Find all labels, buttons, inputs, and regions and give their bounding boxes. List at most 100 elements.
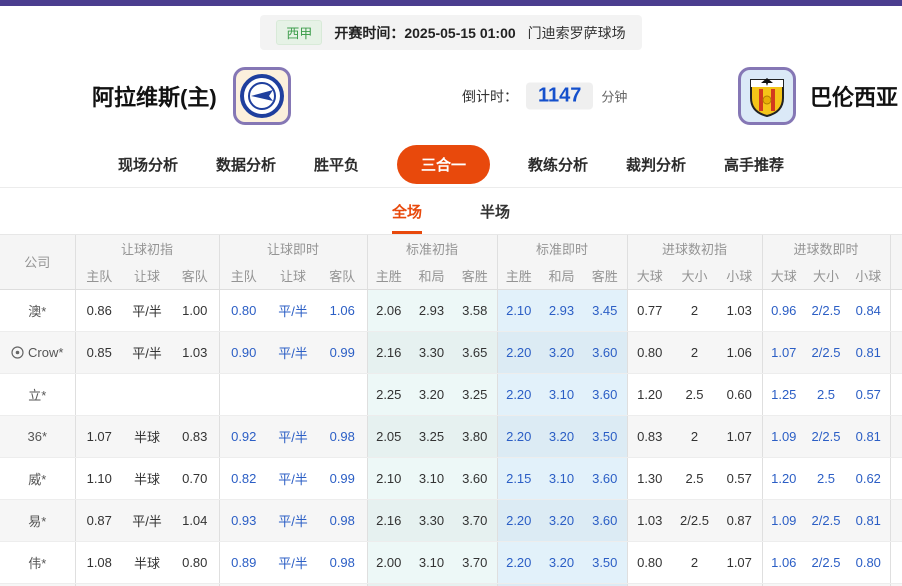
odds-cell: 2.25 bbox=[367, 373, 410, 415]
odds-cell: 3.20 bbox=[540, 541, 583, 583]
match-info-bar: 西甲 开赛时间：2025-05-15 01:00 门迪索罗萨球场 bbox=[0, 15, 902, 50]
odds-cell: 3.25 bbox=[410, 415, 453, 457]
odds-cell: 2 bbox=[672, 541, 717, 583]
odds-cell: 0.96 bbox=[762, 289, 805, 331]
odds-cell bbox=[171, 373, 219, 415]
odds-cell: 0.77 bbox=[627, 289, 672, 331]
odds-row-伟*: 伟*1.08半球0.800.89平/半0.982.003.103.702.203… bbox=[0, 541, 902, 583]
league-badge: 西甲 bbox=[276, 20, 322, 45]
group-header-1: 让球即时 bbox=[219, 235, 367, 262]
odds-cell: 0.80 bbox=[847, 541, 890, 583]
odds-cell: 0.81 bbox=[847, 499, 890, 541]
odds-cell: 平/半 bbox=[123, 499, 171, 541]
odds-cell: 2.5 bbox=[805, 373, 847, 415]
odds-cell: 1.25 bbox=[762, 373, 805, 415]
odds-cell: 0.81 bbox=[847, 331, 890, 373]
odds-cell: 0.89 bbox=[219, 541, 268, 583]
odds-cell: 3.20 bbox=[410, 373, 453, 415]
odds-cell: 3.58 bbox=[453, 289, 497, 331]
odds-row-易*: 易*0.87平/半1.040.93平/半0.982.163.303.702.20… bbox=[0, 499, 902, 541]
odds-cell: 0.92 bbox=[219, 415, 268, 457]
football-icon bbox=[11, 346, 24, 359]
kickoff-value: 2025-05-15 01:00 bbox=[404, 25, 515, 41]
odds-cell: 1.07 bbox=[75, 415, 123, 457]
odds-cell: 0.98 bbox=[318, 499, 367, 541]
company-cell: 威* bbox=[0, 457, 75, 499]
sub-header: 大小 bbox=[672, 262, 717, 289]
odds-cell: 0.84 bbox=[847, 289, 890, 331]
nav-tab-4[interactable]: 教练分析 bbox=[528, 154, 588, 175]
spacer-cell bbox=[890, 499, 902, 541]
odds-cell: 2.20 bbox=[497, 541, 540, 583]
odds-cell: 3.20 bbox=[540, 415, 583, 457]
odds-cell: 3.60 bbox=[583, 331, 627, 373]
odds-cell: 半球 bbox=[123, 457, 171, 499]
odds-cell: 半球 bbox=[123, 415, 171, 457]
odds-cell: 2.20 bbox=[497, 373, 540, 415]
odds-cell: 2.10 bbox=[367, 457, 410, 499]
odds-cell: 0.99 bbox=[318, 457, 367, 499]
odds-cell: 3.30 bbox=[410, 331, 453, 373]
odds-cell bbox=[75, 373, 123, 415]
team-header: 阿拉维斯(主) 倒计时： 1147 分钟 巴伦西亚 bbox=[0, 50, 902, 142]
odds-cell: 平/半 bbox=[268, 541, 318, 583]
odds-cell: 平/半 bbox=[123, 289, 171, 331]
odds-cell: 0.87 bbox=[75, 499, 123, 541]
odds-cell bbox=[318, 373, 367, 415]
odds-cell: 0.93 bbox=[219, 499, 268, 541]
odds-cell: 1.07 bbox=[717, 415, 762, 457]
match-info-box: 西甲 开赛时间：2025-05-15 01:00 门迪索罗萨球场 bbox=[260, 15, 641, 50]
odds-cell: 2.5 bbox=[805, 457, 847, 499]
odds-cell: 3.25 bbox=[453, 373, 497, 415]
odds-cell: 3.50 bbox=[583, 415, 627, 457]
odds-cell: 2.20 bbox=[497, 331, 540, 373]
away-team-block: 巴伦西亚 bbox=[738, 67, 898, 125]
away-team-name: 巴伦西亚 bbox=[810, 80, 898, 112]
spacer-cell bbox=[890, 289, 902, 331]
nav-tab-2[interactable]: 胜平负 bbox=[314, 154, 359, 175]
sub-header: 大球 bbox=[762, 262, 805, 289]
odds-cell: 2/2.5 bbox=[805, 541, 847, 583]
analysis-nav: 现场分析 数据分析 胜平负 三合一 教练分析 裁判分析 高手推荐 bbox=[0, 142, 902, 188]
nav-tab-1[interactable]: 数据分析 bbox=[216, 154, 276, 175]
odds-cell: 平/半 bbox=[268, 499, 318, 541]
odds-cell: 半球 bbox=[123, 541, 171, 583]
company-cell: 36* bbox=[0, 415, 75, 457]
period-subtabs: 全场 半场 bbox=[0, 188, 902, 235]
odds-cell: 0.83 bbox=[171, 415, 219, 457]
sub-header: 小球 bbox=[717, 262, 762, 289]
spacer-cell bbox=[890, 457, 902, 499]
odds-row-澳*: 澳*0.86平/半1.000.80平/半1.062.062.933.582.10… bbox=[0, 289, 902, 331]
odds-cell: 3.10 bbox=[410, 541, 453, 583]
odds-cell: 平/半 bbox=[268, 289, 318, 331]
subtab-1[interactable]: 半场 bbox=[480, 201, 510, 234]
odds-cell: 1.06 bbox=[762, 541, 805, 583]
odds-cell: 0.98 bbox=[318, 415, 367, 457]
odds-row-威*: 威*1.10半球0.700.82平/半0.992.103.103.602.153… bbox=[0, 457, 902, 499]
odds-cell: 3.60 bbox=[583, 373, 627, 415]
odds-cell: 0.87 bbox=[717, 499, 762, 541]
odds-cell: 3.30 bbox=[410, 499, 453, 541]
odds-cell: 2 bbox=[672, 415, 717, 457]
nav-tab-3[interactable]: 三合一 bbox=[397, 145, 490, 184]
subtab-0[interactable]: 全场 bbox=[392, 201, 422, 234]
nav-tab-5[interactable]: 裁判分析 bbox=[626, 154, 686, 175]
odds-cell: 1.06 bbox=[318, 289, 367, 331]
odds-cell: 0.57 bbox=[717, 457, 762, 499]
nav-tab-0[interactable]: 现场分析 bbox=[118, 154, 178, 175]
nav-tab-6[interactable]: 高手推荐 bbox=[724, 154, 784, 175]
odds-cell: 2/2.5 bbox=[672, 499, 717, 541]
group-header-4: 进球数初指 bbox=[627, 235, 762, 262]
odds-cell: 3.10 bbox=[410, 457, 453, 499]
group-header-5: 进球数即时 bbox=[762, 235, 890, 262]
odds-cell: 1.08 bbox=[75, 541, 123, 583]
company-column-header: 公司 bbox=[0, 235, 75, 289]
alaves-crest-icon bbox=[240, 74, 284, 118]
odds-cell bbox=[268, 373, 318, 415]
odds-cell: 2.06 bbox=[367, 289, 410, 331]
sub-header: 主胜 bbox=[367, 262, 410, 289]
sub-header: 让球 bbox=[123, 262, 171, 289]
odds-row-立*: 立*2.253.203.252.203.103.601.202.50.601.2… bbox=[0, 373, 902, 415]
odds-cell: 0.90 bbox=[219, 331, 268, 373]
spacer-cell bbox=[890, 373, 902, 415]
